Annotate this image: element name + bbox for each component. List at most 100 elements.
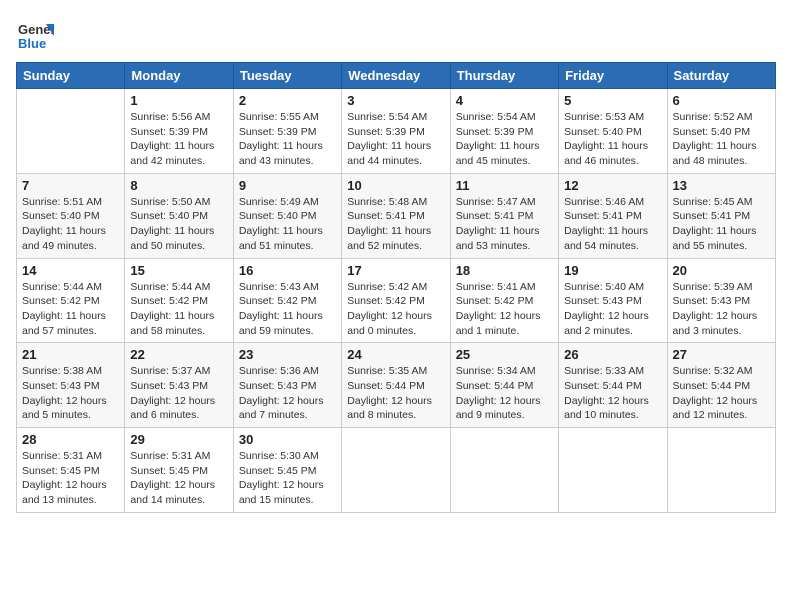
calendar-cell [667,428,775,513]
day-info: Sunrise: 5:37 AMSunset: 5:43 PMDaylight:… [130,364,227,423]
calendar-cell: 3 Sunrise: 5:54 AMSunset: 5:39 PMDaylight… [342,89,450,174]
calendar-cell [17,89,125,174]
calendar-cell: 2Sunrise: 5:55 AMSunset: 5:39 PMDaylight… [233,89,341,174]
day-number: 30 [239,432,336,447]
day-number: 13 [673,178,770,193]
day-info: Sunrise: 5:42 AMSunset: 5:42 PMDaylight:… [347,280,444,339]
calendar-cell: 8 Sunrise: 5:50 AMSunset: 5:40 PMDaylight… [125,173,233,258]
calendar-cell: 4 Sunrise: 5:54 AMSunset: 5:39 PMDaylight… [450,89,558,174]
day-number: 11 [456,178,553,193]
calendar-cell: 15 Sunrise: 5:44 AMSunset: 5:42 PMDayligh… [125,258,233,343]
day-number: 28 [22,432,119,447]
day-info: Sunrise: 5:35 AMSunset: 5:44 PMDaylight:… [347,364,444,423]
day-info: Sunrise: 5:43 AMSunset: 5:42 PMDaylight:… [239,280,336,339]
day-info: Sunrise: 5:47 AMSunset: 5:41 PMDaylight:… [456,195,553,254]
day-number: 4 [456,93,553,108]
day-number: 1 [130,93,227,108]
calendar-cell [342,428,450,513]
day-info: Sunrise: 5:31 AMSunset: 5:45 PMDaylight:… [130,449,227,508]
calendar-cell: 26 Sunrise: 5:33 AMSunset: 5:44 PMDayligh… [559,343,667,428]
day-number: 8 [130,178,227,193]
day-info: Sunrise: 5:54 AMSunset: 5:39 PMDaylight:… [347,110,444,169]
logo: General Blue [16,16,54,54]
day-info: Sunrise: 5:51 AMSunset: 5:40 PMDaylight:… [22,195,119,254]
calendar-week-4: 21 Sunrise: 5:38 AMSunset: 5:43 PMDayligh… [17,343,776,428]
calendar-week-5: 28 Sunrise: 5:31 AMSunset: 5:45 PMDayligh… [17,428,776,513]
calendar-cell: 14 Sunrise: 5:44 AMSunset: 5:42 PMDayligh… [17,258,125,343]
calendar-cell: 10 Sunrise: 5:48 AMSunset: 5:41 PMDayligh… [342,173,450,258]
col-header-tuesday: Tuesday [233,63,341,89]
page-header: General Blue [16,16,776,54]
logo-icon: General Blue [16,16,54,54]
day-info: Sunrise: 5:46 AMSunset: 5:41 PMDaylight:… [564,195,661,254]
calendar-header-row: SundayMondayTuesdayWednesdayThursdayFrid… [17,63,776,89]
day-number: 15 [130,263,227,278]
calendar-cell: 9Sunrise: 5:49 AMSunset: 5:40 PMDaylight… [233,173,341,258]
day-number: 14 [22,263,119,278]
calendar-cell: 29 Sunrise: 5:31 AMSunset: 5:45 PMDayligh… [125,428,233,513]
calendar-cell: 27 Sunrise: 5:32 AMSunset: 5:44 PMDayligh… [667,343,775,428]
calendar-cell: 5 Sunrise: 5:53 AMSunset: 5:40 PMDaylight… [559,89,667,174]
day-info: Sunrise: 5:34 AMSunset: 5:44 PMDaylight:… [456,364,553,423]
day-info: Sunrise: 5:38 AMSunset: 5:43 PMDaylight:… [22,364,119,423]
day-info: Sunrise: 5:40 AMSunset: 5:43 PMDaylight:… [564,280,661,339]
calendar-cell: 13 Sunrise: 5:45 AMSunset: 5:41 PMDayligh… [667,173,775,258]
col-header-sunday: Sunday [17,63,125,89]
day-info: Sunrise: 5:32 AMSunset: 5:44 PMDaylight:… [673,364,770,423]
day-number: 20 [673,263,770,278]
day-info: Sunrise: 5:33 AMSunset: 5:44 PMDaylight:… [564,364,661,423]
col-header-monday: Monday [125,63,233,89]
day-info: Sunrise: 5:44 AMSunset: 5:42 PMDaylight:… [22,280,119,339]
day-info: Sunrise: 5:50 AMSunset: 5:40 PMDaylight:… [130,195,227,254]
day-number: 7 [22,178,119,193]
col-header-thursday: Thursday [450,63,558,89]
day-number: 26 [564,347,661,362]
day-info: Sunrise: 5:39 AMSunset: 5:43 PMDaylight:… [673,280,770,339]
col-header-saturday: Saturday [667,63,775,89]
calendar-cell: 11 Sunrise: 5:47 AMSunset: 5:41 PMDayligh… [450,173,558,258]
calendar-week-2: 7 Sunrise: 5:51 AMSunset: 5:40 PMDaylight… [17,173,776,258]
calendar-cell: 17Sunrise: 5:42 AMSunset: 5:42 PMDayligh… [342,258,450,343]
calendar-cell: 6 Sunrise: 5:52 AMSunset: 5:40 PMDaylight… [667,89,775,174]
calendar-cell: 28Sunrise: 5:31 AMSunset: 5:45 PMDayligh… [17,428,125,513]
day-number: 24 [347,347,444,362]
calendar-cell: 21 Sunrise: 5:38 AMSunset: 5:43 PMDayligh… [17,343,125,428]
day-number: 5 [564,93,661,108]
calendar-cell: 22 Sunrise: 5:37 AMSunset: 5:43 PMDayligh… [125,343,233,428]
day-number: 9 [239,178,336,193]
day-number: 6 [673,93,770,108]
day-number: 18 [456,263,553,278]
day-info: Sunrise: 5:48 AMSunset: 5:41 PMDaylight:… [347,195,444,254]
calendar-cell: 16Sunrise: 5:43 AMSunset: 5:42 PMDayligh… [233,258,341,343]
day-number: 21 [22,347,119,362]
svg-text:Blue: Blue [18,36,46,51]
calendar-cell: 23Sunrise: 5:36 AMSunset: 5:43 PMDayligh… [233,343,341,428]
calendar-cell: 20 Sunrise: 5:39 AMSunset: 5:43 PMDayligh… [667,258,775,343]
calendar-cell: 18 Sunrise: 5:41 AMSunset: 5:42 PMDayligh… [450,258,558,343]
day-info: Sunrise: 5:53 AMSunset: 5:40 PMDaylight:… [564,110,661,169]
calendar-cell: 12Sunrise: 5:46 AMSunset: 5:41 PMDayligh… [559,173,667,258]
day-number: 19 [564,263,661,278]
calendar-cell: 19 Sunrise: 5:40 AMSunset: 5:43 PMDayligh… [559,258,667,343]
day-number: 22 [130,347,227,362]
day-info: Sunrise: 5:45 AMSunset: 5:41 PMDaylight:… [673,195,770,254]
calendar-week-1: 1 Sunrise: 5:56 AMSunset: 5:39 PMDaylight… [17,89,776,174]
day-info: Sunrise: 5:44 AMSunset: 5:42 PMDaylight:… [130,280,227,339]
day-info: Sunrise: 5:30 AMSunset: 5:45 PMDaylight:… [239,449,336,508]
day-number: 3 [347,93,444,108]
calendar-cell: 24 Sunrise: 5:35 AMSunset: 5:44 PMDayligh… [342,343,450,428]
calendar-cell [559,428,667,513]
calendar-cell: 30 Sunrise: 5:30 AMSunset: 5:45 PMDayligh… [233,428,341,513]
day-number: 2 [239,93,336,108]
day-number: 29 [130,432,227,447]
day-info: Sunrise: 5:52 AMSunset: 5:40 PMDaylight:… [673,110,770,169]
day-info: Sunrise: 5:54 AMSunset: 5:39 PMDaylight:… [456,110,553,169]
day-info: Sunrise: 5:56 AMSunset: 5:39 PMDaylight:… [130,110,227,169]
calendar-cell [450,428,558,513]
calendar-cell: 25Sunrise: 5:34 AMSunset: 5:44 PMDayligh… [450,343,558,428]
day-info: Sunrise: 5:41 AMSunset: 5:42 PMDaylight:… [456,280,553,339]
day-number: 27 [673,347,770,362]
day-number: 10 [347,178,444,193]
day-number: 23 [239,347,336,362]
calendar-table: SundayMondayTuesdayWednesdayThursdayFrid… [16,62,776,513]
